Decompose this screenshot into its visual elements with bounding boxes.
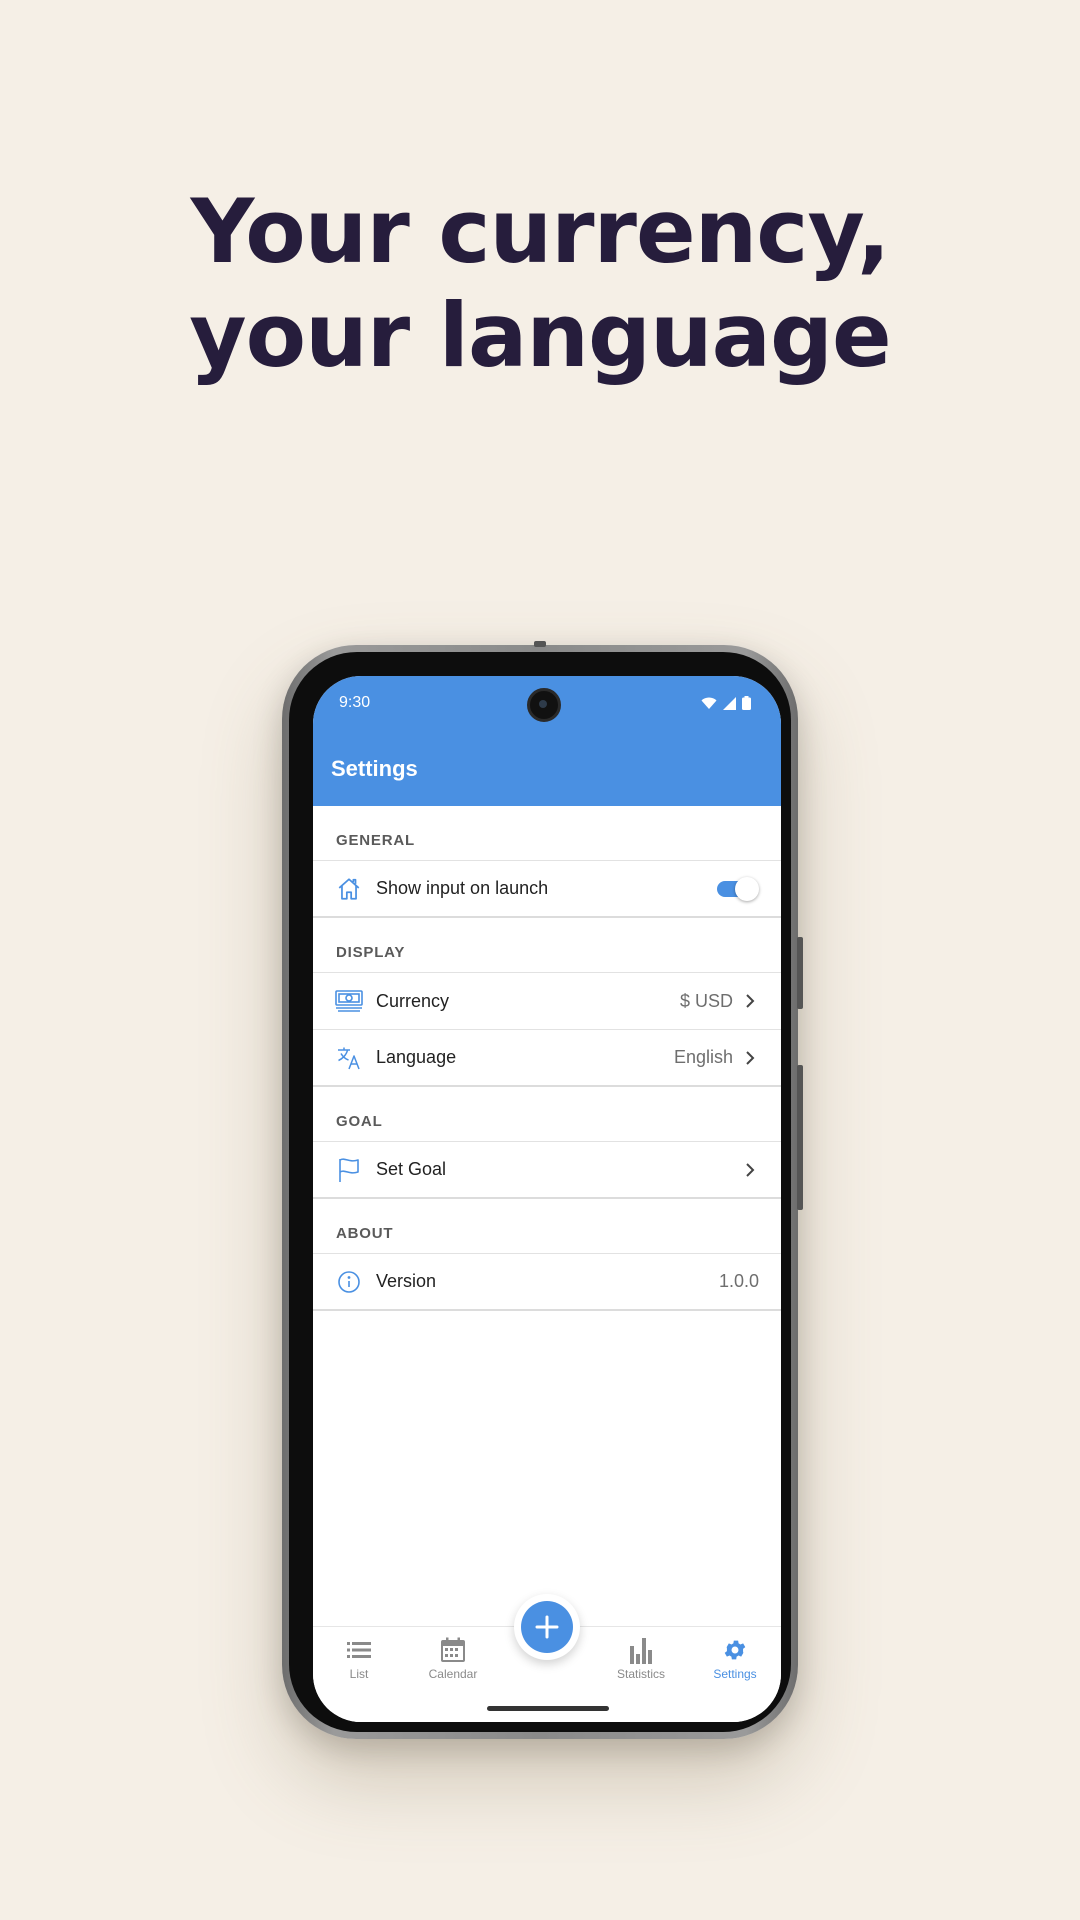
phone-top-detail [534, 641, 546, 647]
status-icons [701, 696, 751, 710]
phone-frame: 9:30 Settings GENERAL Show input on laun… [282, 641, 803, 1739]
nav-item-calendar[interactable]: Calendar [413, 1635, 493, 1681]
section-header-general: GENERAL [313, 806, 781, 861]
list-icon [319, 1635, 399, 1665]
nav-label-settings: Settings [713, 1667, 757, 1681]
app-bar: 9:30 Settings [313, 676, 781, 806]
headline-line-2: your language [189, 284, 891, 387]
signal-icon [723, 696, 736, 710]
setting-set-goal[interactable]: Set Goal [313, 1142, 781, 1199]
add-entry-button[interactable] [514, 1594, 580, 1660]
nav-item-statistics[interactable]: Statistics [601, 1635, 681, 1681]
phone-power-button [797, 1065, 803, 1210]
info-icon [335, 1268, 363, 1296]
section-header-goal: GOAL [313, 1087, 781, 1142]
version-value: 1.0.0 [718, 1271, 759, 1291]
nav-label-calendar: Calendar [428, 1667, 478, 1681]
home-indicator[interactable] [487, 1706, 609, 1711]
setting-language[interactable]: Language English [313, 1030, 781, 1087]
show-input-toggle[interactable] [717, 876, 759, 901]
money-icon [335, 987, 363, 1015]
status-time: 9:30 [339, 694, 371, 711]
setting-label: Currency [376, 990, 450, 1011]
calendar-icon [413, 1635, 493, 1665]
page-title: Settings [331, 756, 418, 781]
phone-bezel: 9:30 Settings GENERAL Show input on laun… [289, 652, 791, 1732]
bar-chart-icon [601, 1635, 681, 1665]
setting-version: Version 1.0.0 [313, 1254, 781, 1311]
plus-icon [535, 1615, 559, 1639]
gear-icon [695, 1635, 775, 1665]
chevron-right-icon [745, 1160, 759, 1180]
section-header-about: ABOUT [313, 1199, 781, 1254]
battery-icon [742, 696, 751, 710]
settings-list: GENERAL Show input on launch DISPLAY Cur… [313, 806, 781, 1311]
fab-circle [521, 1601, 573, 1653]
setting-label: Version [376, 1271, 437, 1291]
currency-value: $ USD [679, 990, 733, 1011]
chevron-right-icon [745, 1048, 759, 1068]
flag-icon [335, 1156, 363, 1184]
language-value: English [673, 1047, 733, 1067]
front-camera [527, 688, 561, 722]
nav-item-list[interactable]: List [319, 1635, 399, 1681]
home-icon [335, 875, 363, 903]
nav-label-list: List [349, 1667, 369, 1681]
chevron-right-icon [745, 991, 759, 1011]
wifi-icon [701, 697, 717, 709]
phone-volume-button [797, 937, 803, 1009]
section-header-display: DISPLAY [313, 918, 781, 973]
nav-label-statistics: Statistics [616, 1667, 665, 1681]
setting-label: Set Goal [376, 1159, 447, 1179]
headline-line-1: Your currency, [190, 180, 891, 283]
phone-screen: 9:30 Settings GENERAL Show input on laun… [313, 676, 781, 1722]
setting-label: Show input on launch [376, 878, 549, 898]
setting-currency[interactable]: Currency $ USD [313, 973, 781, 1030]
translate-icon [335, 1044, 363, 1072]
nav-item-settings[interactable]: Settings [695, 1635, 775, 1681]
setting-label: Language [376, 1047, 457, 1067]
headline: Your currency, your language [0, 180, 1080, 388]
setting-show-input-on-launch[interactable]: Show input on launch [313, 861, 781, 918]
